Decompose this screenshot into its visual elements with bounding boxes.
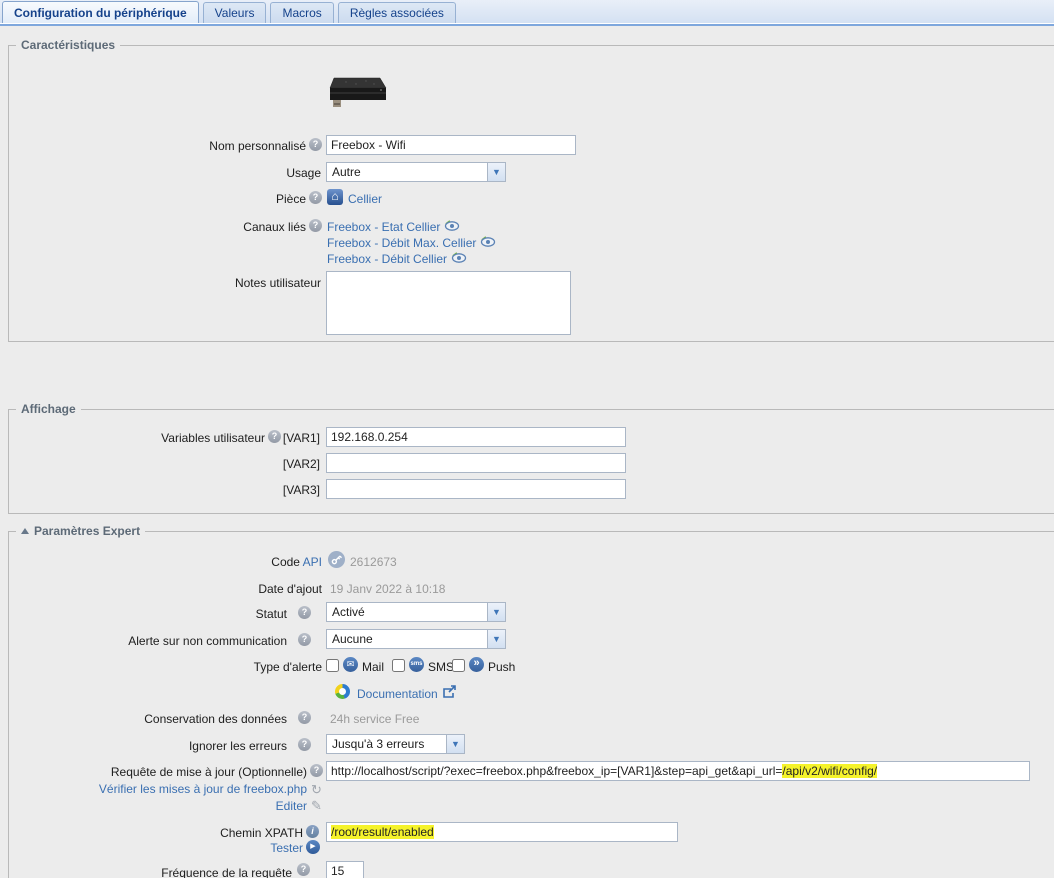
xpath-label: Chemin XPATH (23, 826, 303, 840)
mail-checkbox[interactable] (326, 659, 339, 672)
request-frequency-input[interactable] (326, 861, 364, 878)
tab-associated-rules[interactable]: Règles associées (338, 2, 456, 23)
api-link[interactable]: API (303, 555, 322, 569)
info-icon[interactable]: i (306, 825, 319, 838)
chevron-down-icon: ▼ (487, 163, 505, 181)
list-item: Freebox - Etat Cellier (327, 219, 496, 235)
var2-input[interactable] (326, 453, 626, 473)
status-label: Statut (7, 607, 287, 621)
play-icon[interactable]: ▶ (306, 840, 320, 854)
custom-name-input[interactable] (326, 135, 576, 155)
code-label-text: Code (271, 555, 300, 569)
alert-type-label: Type d'alerte (42, 660, 322, 674)
channel-link[interactable]: Freebox - Débit Cellier (327, 252, 447, 266)
linked-channels-label: Canaux liés (26, 220, 306, 234)
tab-bar-underline (0, 24, 1054, 26)
usage-select-value: Autre (327, 163, 505, 179)
chevron-down-icon: ▼ (487, 603, 505, 621)
tab-values[interactable]: Valeurs (203, 2, 267, 23)
custom-name-label: Nom personnalisé (26, 139, 306, 153)
expert-legend[interactable]: Paramètres Expert (16, 524, 145, 538)
user-notes-textarea[interactable] (326, 271, 571, 335)
collapse-arrow-icon[interactable] (21, 528, 29, 534)
update-request-input[interactable]: http://localhost/script/?exec=freebox.ph… (326, 761, 1030, 781)
push-label: Push (488, 660, 515, 674)
edit-link[interactable]: Editer (27, 799, 307, 813)
push-checkbox[interactable] (452, 659, 465, 672)
help-icon[interactable]: ? (309, 191, 322, 204)
tab-device-configuration[interactable]: Configuration du périphérique (2, 1, 199, 23)
refresh-icon[interactable]: ↻ (311, 783, 322, 796)
request-frequency-label: Fréquence de la requête (12, 866, 292, 878)
var2-tag: [VAR2] (40, 457, 320, 471)
list-item: Freebox - Débit Max. Cellier (327, 235, 496, 251)
channel-link[interactable]: Freebox - Débit Max. Cellier (327, 236, 476, 250)
display-legend: Affichage (16, 402, 81, 416)
usage-label: Usage (41, 166, 321, 180)
documentation-icon[interactable] (335, 684, 350, 699)
data-retention-value: 24h service Free (330, 712, 419, 726)
characteristics-legend: Caractéristiques (16, 38, 120, 52)
ignore-errors-label: Ignorer les erreurs (7, 739, 287, 753)
ignore-errors-select[interactable]: Jusqu'à 3 erreurs ▼ (326, 734, 465, 754)
house-icon[interactable]: ⌂ (327, 189, 343, 205)
room-link[interactable]: Cellier (348, 192, 382, 206)
date-added-value: 19 Janv 2022 à 10:18 (330, 582, 445, 596)
var1-tag: [VAR1] (40, 431, 320, 445)
status-select[interactable]: Activé ▼ (326, 602, 506, 622)
help-icon[interactable]: ? (298, 633, 311, 646)
update-request-label: Requête de mise à jour (Optionnelle) (27, 765, 307, 779)
external-link-icon[interactable] (442, 685, 456, 698)
var3-input[interactable] (326, 479, 626, 499)
eye-icon[interactable] (480, 236, 496, 248)
mail-label: Mail (362, 660, 384, 674)
room-label: Pièce (26, 192, 306, 206)
help-icon[interactable]: ? (297, 863, 310, 876)
sms-icon: sms (409, 657, 424, 672)
status-select-value: Activé (327, 603, 505, 619)
expert-legend-text: Paramètres Expert (34, 524, 140, 538)
help-icon[interactable]: ? (298, 738, 311, 751)
check-updates-link[interactable]: Vérifier les mises à jour de freebox.php (27, 782, 307, 796)
device-photo (326, 74, 388, 112)
user-notes-label: Notes utilisateur (41, 276, 321, 290)
date-added-label: Date d'ajout (42, 582, 322, 596)
channel-link[interactable]: Freebox - Etat Cellier (327, 220, 440, 234)
chevron-down-icon: ▼ (487, 630, 505, 648)
help-icon[interactable]: ? (309, 138, 322, 151)
key-icon[interactable] (328, 551, 345, 568)
tab-macros[interactable]: Macros (270, 2, 333, 23)
api-code-label: Code API (42, 555, 322, 569)
xpath-value-highlighted: /root/result/enabled (331, 825, 434, 839)
help-icon[interactable]: ? (298, 711, 311, 724)
mail-icon: ✉ (343, 657, 358, 672)
api-code-value: 2612673 (350, 555, 397, 569)
update-request-url: http://localhost/script/?exec=freebox.ph… (331, 764, 782, 778)
sms-label: SMS (428, 660, 454, 674)
xpath-input[interactable]: /root/result/enabled (326, 822, 678, 842)
pencil-icon[interactable]: ✎ (311, 799, 322, 812)
device-configuration-page: Configuration du périphérique Valeurs Ma… (0, 0, 1054, 878)
help-icon[interactable]: ? (310, 764, 323, 777)
sms-checkbox[interactable] (392, 659, 405, 672)
alert-select[interactable]: Aucune ▼ (326, 629, 506, 649)
update-request-url-highlighted: /api/v2/wifi/config/ (782, 764, 877, 778)
documentation-link[interactable]: Documentation (357, 687, 438, 701)
list-item: Freebox - Débit Cellier (327, 251, 496, 267)
help-icon[interactable]: ? (309, 219, 322, 232)
eye-icon[interactable] (451, 252, 467, 264)
data-retention-label: Conservation des données (7, 712, 287, 726)
alert-select-value: Aucune (327, 630, 505, 646)
var3-tag: [VAR3] (40, 483, 320, 497)
ignore-errors-select-value: Jusqu'à 3 erreurs (327, 735, 464, 751)
help-icon[interactable]: ? (298, 606, 311, 619)
tester-link[interactable]: Tester (23, 841, 303, 855)
push-icon: » (469, 657, 484, 672)
usage-select[interactable]: Autre ▼ (326, 162, 506, 182)
chevron-down-icon: ▼ (446, 735, 464, 753)
eye-icon[interactable] (444, 220, 460, 232)
var1-input[interactable] (326, 427, 626, 447)
no-communication-alert-label: Alerte sur non communication (7, 634, 287, 648)
